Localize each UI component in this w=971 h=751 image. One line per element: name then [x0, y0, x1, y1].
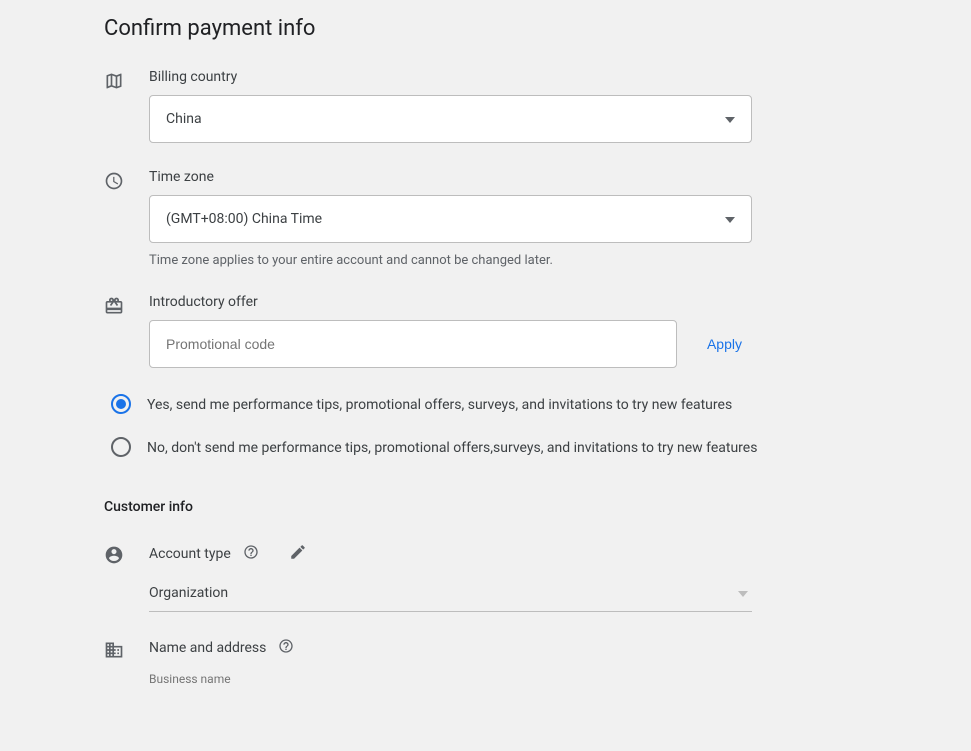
customer-info-heading: Customer info [104, 499, 867, 515]
tips-no-label: No, don't send me performance tips, prom… [147, 437, 757, 458]
billing-country-select[interactable]: China [149, 95, 752, 143]
person-icon [104, 553, 124, 569]
page-title: Confirm payment info [104, 16, 867, 41]
name-address-section: Name and address Business name [104, 638, 867, 686]
timezone-value: (GMT+08:00) China Time [166, 211, 322, 227]
clock-icon [104, 179, 124, 195]
account-type-select[interactable]: Organization [149, 575, 752, 612]
timezone-section: Time zone (GMT+08:00) China Time Time zo… [104, 169, 867, 268]
tips-yes-option[interactable]: Yes, send me performance tips, promotion… [104, 394, 867, 415]
building-icon [104, 648, 124, 664]
name-address-label: Name and address [149, 640, 266, 656]
chevron-down-icon [738, 585, 748, 601]
offer-label: Introductory offer [149, 294, 867, 310]
promo-code-input[interactable] [149, 320, 677, 368]
account-type-label: Account type [149, 546, 231, 562]
chevron-down-icon [725, 111, 735, 127]
billing-country-label: Billing country [149, 69, 867, 85]
map-icon [104, 79, 124, 95]
tips-no-option[interactable]: No, don't send me performance tips, prom… [104, 437, 867, 458]
billing-country-section: Billing country China [104, 69, 867, 143]
chevron-down-icon [725, 211, 735, 227]
timezone-label: Time zone [149, 169, 867, 185]
business-name-label: Business name [149, 672, 867, 686]
radio-unselected-icon [111, 437, 131, 457]
help-icon[interactable] [243, 544, 259, 564]
timezone-helper: Time zone applies to your entire account… [149, 253, 867, 268]
billing-country-value: China [166, 111, 202, 127]
account-type-section: Account type Organization [104, 543, 867, 612]
account-type-value: Organization [149, 585, 228, 601]
tips-radio-group: Yes, send me performance tips, promotion… [104, 394, 867, 459]
timezone-select[interactable]: (GMT+08:00) China Time [149, 195, 752, 243]
tips-yes-label: Yes, send me performance tips, promotion… [147, 394, 732, 415]
offer-section: Introductory offer Apply [104, 294, 867, 368]
edit-icon[interactable] [271, 543, 307, 565]
apply-button[interactable]: Apply [697, 328, 752, 360]
radio-selected-icon [111, 394, 131, 414]
gift-icon [104, 304, 124, 320]
help-icon[interactable] [278, 638, 294, 658]
